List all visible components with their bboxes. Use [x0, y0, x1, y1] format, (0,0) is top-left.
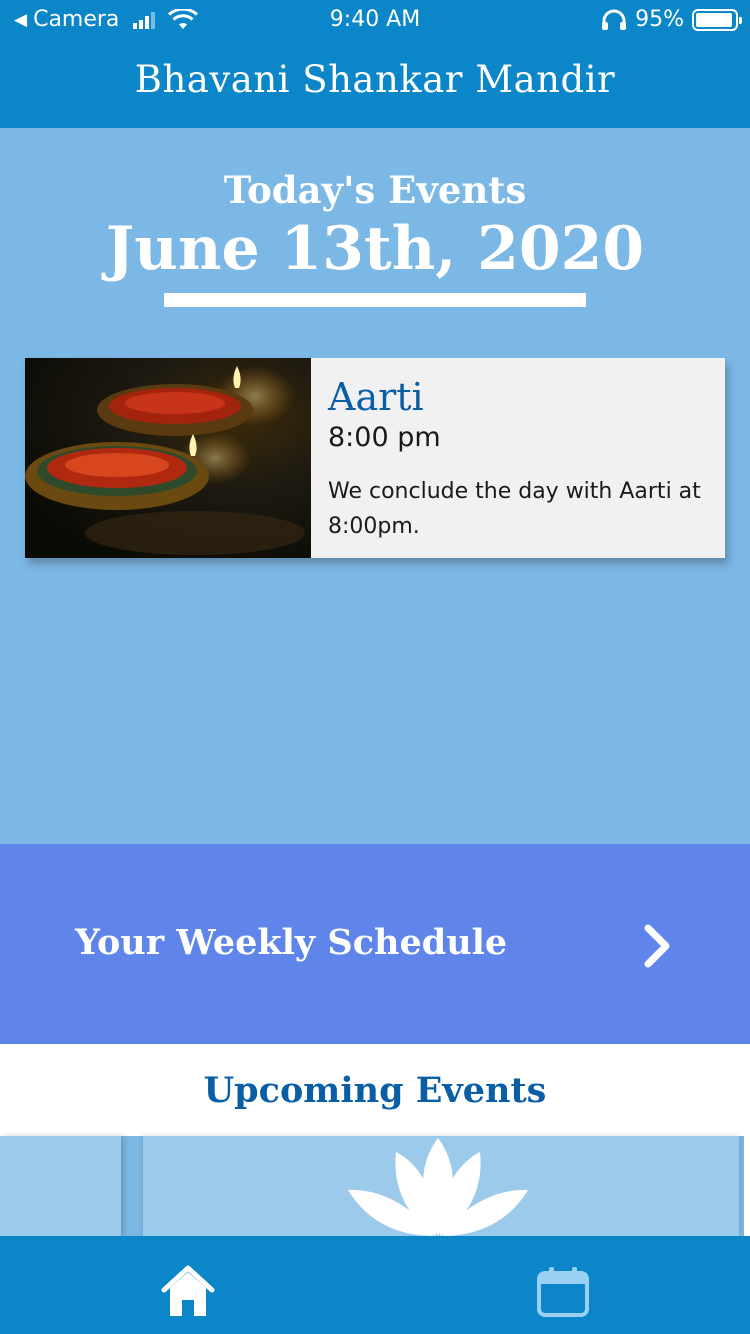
event-card[interactable]: Aarti 8:00 pm We conclude the day with A…: [25, 358, 725, 558]
diya-lamps-image: [25, 358, 311, 558]
upcoming-event-card-next: [744, 1136, 750, 1236]
date-underline: [164, 293, 586, 307]
todays-events-label: Today's Events: [223, 168, 527, 212]
today-date: June 13th, 2020: [105, 214, 645, 284]
nav-bar: Bhavani Shankar Mandir: [0, 40, 750, 128]
calendar-icon[interactable]: [535, 1266, 591, 1318]
app-title: Bhavani Shankar Mandir: [134, 58, 616, 101]
home-icon[interactable]: [160, 1264, 216, 1318]
upcoming-events-title: Upcoming Events: [203, 1070, 547, 1111]
upcoming-event-card[interactable]: [143, 1136, 739, 1236]
lotus-logo-icon: [348, 1138, 528, 1236]
weekly-schedule-label: Your Weekly Schedule: [75, 922, 508, 963]
event-description: We conclude the day with Aarti at 8:00pm…: [328, 479, 701, 539]
headphones-icon: [602, 9, 627, 30]
weekly-schedule-button[interactable]: Your Weekly Schedule: [0, 844, 750, 1044]
battery-percent: 95%: [635, 7, 684, 32]
event-time: 8:00 pm: [328, 422, 441, 453]
tab-bar: [0, 1236, 750, 1334]
status-right: 95%: [601, 7, 742, 32]
status-bar: ◀ Camera 9:40 AM 95%: [0, 0, 750, 40]
upcoming-event-card-previous[interactable]: [0, 1136, 121, 1236]
battery-icon: [692, 8, 742, 31]
chevron-right-icon[interactable]: [640, 924, 674, 968]
upcoming-events-header: Upcoming Events: [0, 1044, 750, 1136]
event-title: Aarti: [328, 375, 424, 419]
